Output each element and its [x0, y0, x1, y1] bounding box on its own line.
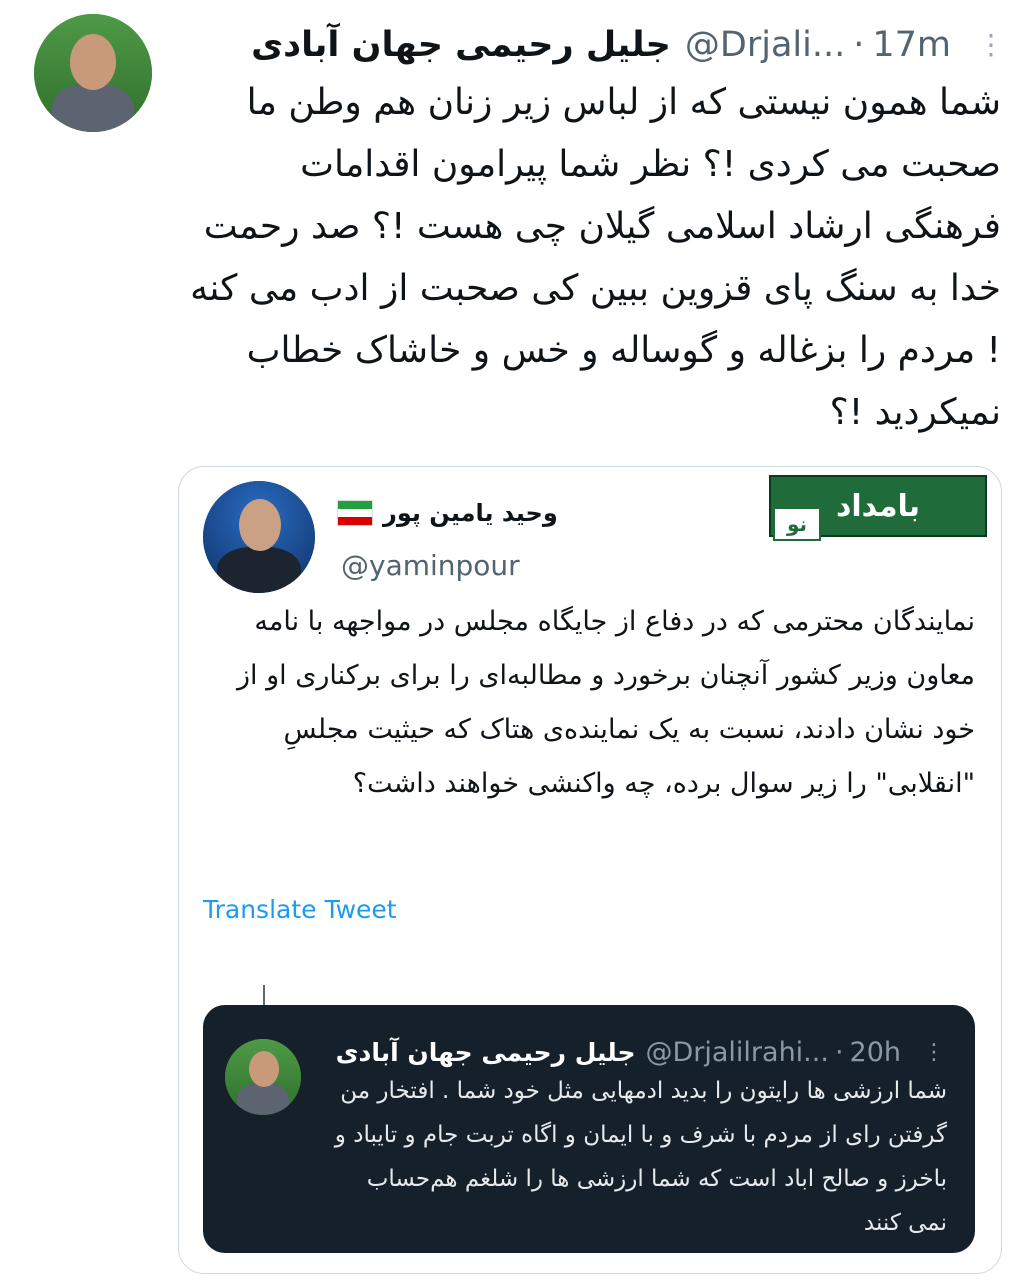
tweet-header: جلیل رحیمی جهان آبادی @Drjali... · 17m ⋮: [251, 22, 1005, 68]
nested-author-handle: @Drjalilrahi...: [645, 1036, 829, 1068]
quoted-author-name-row: وحید یامین پور: [337, 499, 558, 527]
nested-tweet-header: جلیل رحیمی جهان آبادی @Drjalilrahi... · …: [336, 1035, 945, 1069]
quoted-tweet-text: نمایندگان محترمی که در دفاع از جایگاه مج…: [236, 606, 975, 799]
avatar-body: [217, 547, 301, 593]
avatar-head: [249, 1051, 279, 1087]
avatar-body: [52, 84, 134, 132]
quoted-author-name[interactable]: وحید یامین پور: [383, 499, 558, 527]
separator-dot: ·: [853, 25, 865, 65]
nested-tweet-screenshot: جلیل رحیمی جهان آبادی @Drjalilrahi... · …: [203, 1005, 975, 1253]
nested-author-avatar: [225, 1039, 301, 1115]
thread-connector: [263, 985, 265, 1005]
author-avatar[interactable]: [34, 14, 152, 132]
quoted-author-handle[interactable]: @yaminpour: [341, 549, 520, 582]
more-options-icon[interactable]: ⋮: [977, 31, 1005, 59]
logo-text: بامداد: [835, 488, 921, 524]
avatar-head: [70, 34, 116, 90]
author-handle[interactable]: @Drjali...: [685, 25, 845, 65]
translate-tweet-link[interactable]: Translate Tweet: [203, 895, 397, 924]
logo-tail: نو: [773, 507, 821, 541]
tweet-text: شما همون نیستی که از لباس زیر زنان هم وط…: [190, 82, 1001, 433]
avatar-head: [239, 499, 281, 551]
more-options-icon: ⋮: [923, 1039, 945, 1065]
avatar-body: [237, 1083, 289, 1115]
nested-author-name: جلیل رحیمی جهان آبادی: [335, 1037, 636, 1067]
quoted-tweet-card[interactable]: وحید یامین پور @yaminpour بامداد نو نمای…: [178, 466, 1002, 1274]
nested-tweet-time: 20h: [849, 1036, 901, 1068]
nested-tweet-text: شما ارزشی ها رایتون را بدید ادمهایی مثل …: [334, 1078, 947, 1236]
quoted-author-avatar[interactable]: [203, 481, 315, 593]
author-name[interactable]: جلیل رحیمی جهان آبادی: [251, 25, 671, 65]
tweet-time[interactable]: 17m: [872, 25, 951, 65]
separator-dot: ·: [834, 1036, 844, 1068]
iran-flag-icon: [337, 500, 373, 526]
